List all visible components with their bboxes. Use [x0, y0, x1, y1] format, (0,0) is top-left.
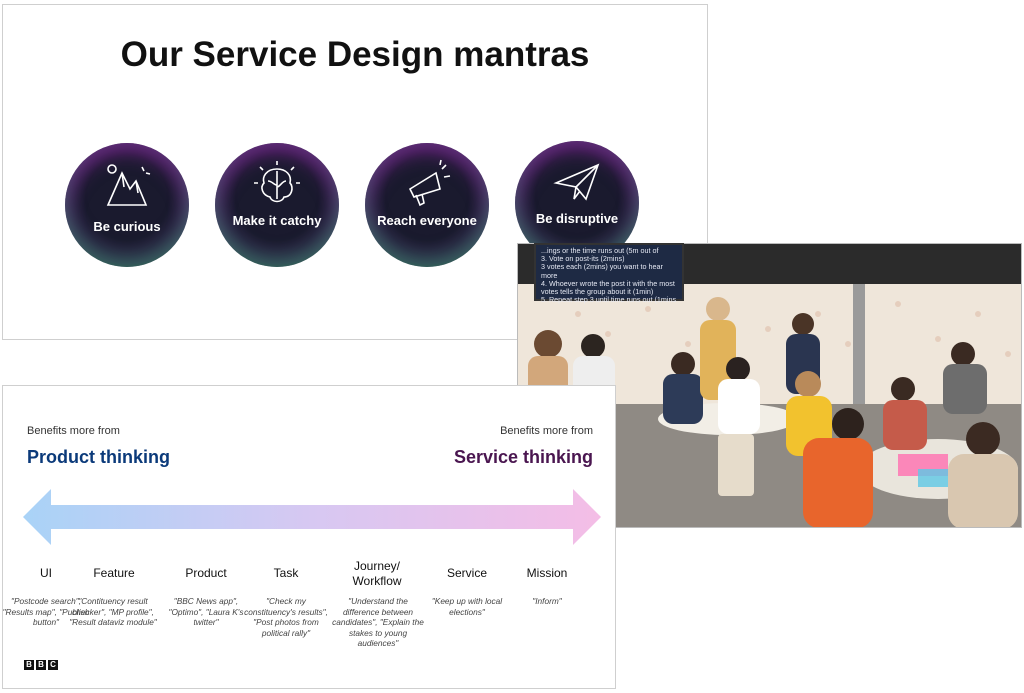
paper-plane-icon — [553, 163, 600, 201]
mantra-be-curious: Be curious — [65, 143, 189, 267]
category-examples: "Inform" — [532, 596, 562, 606]
category-examples: "Keep up with local elections" — [431, 596, 503, 617]
screen-line: 3 votes each (2mins) you want to hear mo… — [541, 262, 663, 280]
mantra-reach-everyone: Reach everyone — [365, 143, 489, 267]
mantra-label: Be curious — [93, 219, 161, 234]
category-examples: "Understand the difference between candi… — [332, 596, 424, 648]
logo-letter: B — [24, 660, 34, 670]
left-label: Benefits more from — [27, 425, 120, 437]
category-examples: "BBC News app", "Optimo", "Laura K's twi… — [168, 596, 244, 627]
logo-letter: C — [48, 660, 58, 670]
category-service: Service — [446, 566, 487, 580]
category-task: Task — [273, 566, 299, 580]
category-mission: Mission — [526, 566, 568, 580]
screen-line: 5. Repeat step 3 until time runs out (1m… — [541, 295, 677, 305]
mantra-label: Reach everyone — [377, 213, 477, 228]
brain-icon — [254, 161, 300, 203]
bbc-logo: B B C — [24, 660, 58, 670]
mantra-label: Make it catchy — [232, 213, 322, 228]
category-examples: "Check my constituency's results", "Post… — [244, 596, 328, 638]
category-feature: Feature — [93, 566, 135, 580]
category-product: Product — [185, 566, 227, 580]
thinking-spectrum-slide: Benefits more from Product thinking Bene… — [2, 385, 616, 689]
mountain-icon — [106, 164, 151, 206]
double-arrow — [23, 489, 601, 545]
category-examples: "Contituency result checker", "MP profil… — [69, 596, 157, 627]
slide-title: Our Service Design mantras — [120, 35, 590, 74]
category-journey-workflow: Journey/ Workflow — [352, 559, 402, 588]
service-thinking-heading: Service thinking — [453, 447, 593, 467]
logo-letter: B — [36, 660, 46, 670]
mantra-label: Be disruptive — [535, 211, 619, 226]
projector-screen: ...ings or the time runs out (5m out of … — [534, 243, 684, 305]
megaphone-icon — [408, 159, 451, 207]
right-label: Benefits more from — [500, 425, 593, 437]
product-thinking-heading: Product thinking — [27, 447, 170, 467]
category-ui: UI — [40, 566, 52, 580]
mantra-make-it-catchy: Make it catchy — [215, 143, 339, 267]
